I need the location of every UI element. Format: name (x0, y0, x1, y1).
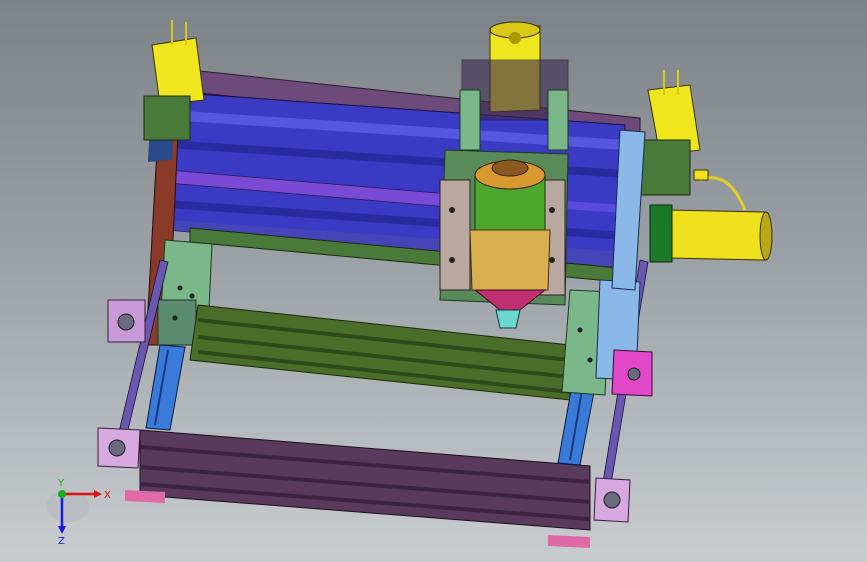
cad-viewport[interactable]: X Y Z (0, 0, 867, 562)
cnc-router-model[interactable] (0, 0, 867, 562)
x-axis-arrowhead (94, 490, 102, 498)
y-axis-label: Y (57, 478, 65, 489)
x-axis-label: X (104, 490, 111, 501)
bearing-block-front-right[interactable] (593, 477, 631, 523)
z-axis-arrowhead (58, 526, 66, 534)
y-axis-dot (58, 490, 66, 498)
bearing-block-front-left[interactable] (97, 427, 141, 469)
x-axis-motor-right[interactable] (639, 70, 701, 196)
bearing-block-rear-right[interactable] (611, 349, 653, 397)
front-frame-beam[interactable] (125, 429, 591, 548)
axis-triad: X Y Z (46, 478, 111, 547)
z-axis-label: Z (58, 536, 65, 547)
bearing-block-rear-left[interactable] (107, 299, 146, 343)
left-linear-guide[interactable] (145, 344, 186, 431)
